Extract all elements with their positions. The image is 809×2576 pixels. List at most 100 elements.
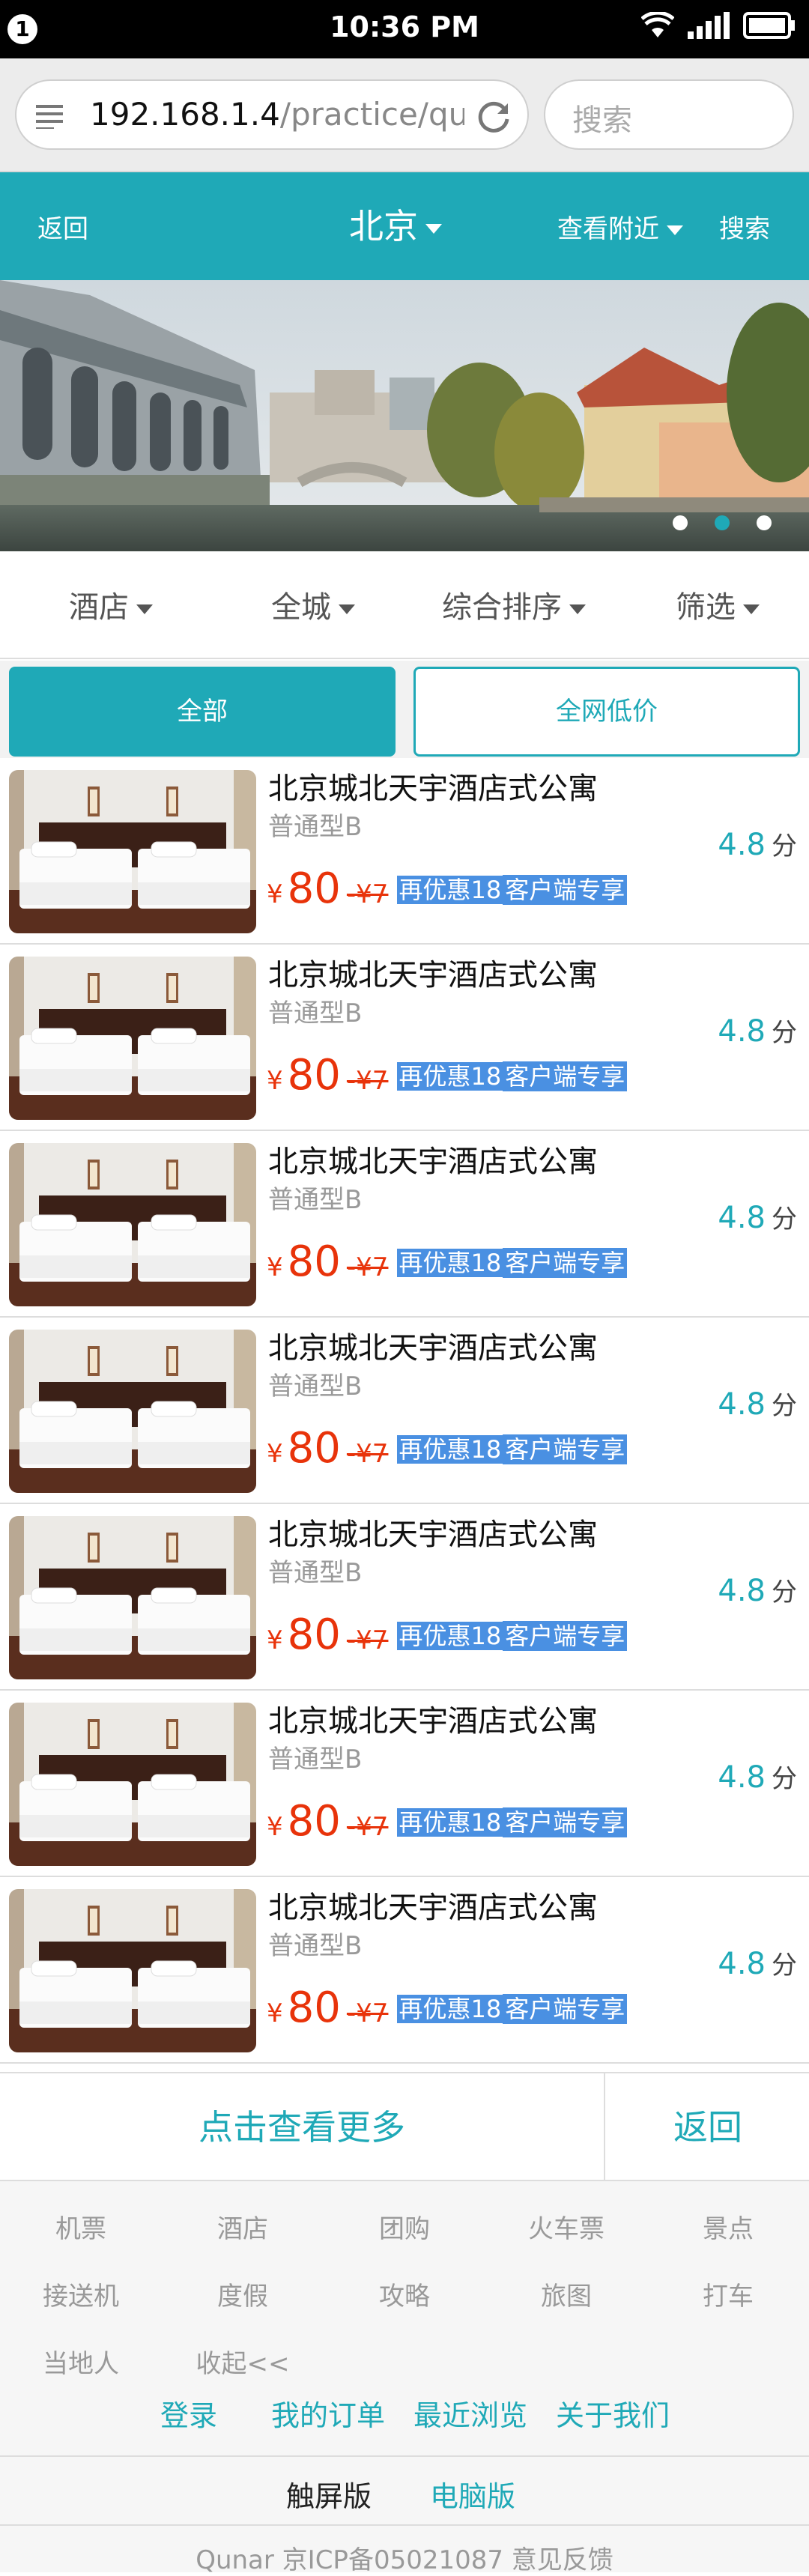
promo-badge: 再优惠18 客户端专享 (397, 1061, 628, 1092)
discount: -¥7 (346, 1625, 389, 1655)
hotel-thumbnail (9, 1143, 256, 1306)
discount: -¥7 (346, 1812, 389, 1842)
hotel-list-item[interactable]: 北京城北天宇酒店式公寓 普通型B ¥80 -¥7 再优惠18 客户端专享 4.8 分 (0, 1877, 809, 2064)
about-us-link[interactable]: 关于我们 (556, 2392, 670, 2434)
city-name: 北京 (349, 206, 418, 246)
tab-lowest-price[interactable]: 全网低价 (413, 667, 800, 757)
url-text[interactable]: 192.168.1.4/practice/qunar (90, 96, 464, 133)
promo-tag: 客户端专享 (503, 1807, 628, 1837)
chevron-down-icon (569, 604, 586, 614)
hotel-thumbnail (9, 1889, 256, 2052)
footer-link[interactable]: 当地人 (0, 2343, 162, 2380)
score-value: 4.8 (718, 1574, 766, 1608)
my-orders-link[interactable]: 我的订单 (271, 2392, 385, 2434)
hotel-score: 4.8 分 (718, 825, 797, 862)
nearby-label: 查看附近 (557, 214, 659, 244)
hotel-thumbnail (9, 957, 256, 1120)
recent-views-link[interactable]: 最近浏览 (413, 2392, 527, 2434)
filter-area[interactable]: 全城 (271, 583, 355, 626)
hotel-price: 80 (287, 1797, 341, 1846)
footer-link[interactable]: 打车 (647, 2276, 809, 2312)
filter-bar: 酒店 全城 综合排序 筛选 (0, 551, 809, 659)
url-host: 192.168.1.4 (90, 96, 280, 133)
currency-symbol: ¥ (267, 1066, 283, 1096)
nearby-dropdown[interactable]: 查看附近 (557, 208, 683, 245)
price-line: ¥80 -¥7 再优惠18 客户端专享 (267, 1051, 628, 1100)
search-button[interactable]: 搜索 (719, 208, 770, 245)
discount: -¥7 (346, 1439, 389, 1469)
score-value: 4.8 (718, 1760, 766, 1795)
hotel-price: 80 (287, 1610, 341, 1659)
filter-more[interactable]: 筛选 (676, 583, 760, 626)
room-type: 普通型B (268, 998, 363, 1028)
hotel-thumbnail (9, 1703, 256, 1866)
footer-link[interactable]: 团购 (324, 2208, 485, 2245)
hotel-score: 4.8 分 (718, 1758, 797, 1795)
hotel-list-item[interactable]: 北京城北天宇酒店式公寓 普通型B ¥80 -¥7 再优惠18 客户端专享 4.8 分 (0, 945, 809, 1131)
back-button[interactable]: 返回 (37, 208, 88, 245)
chevron-down-icon (667, 225, 683, 235)
footer-link[interactable]: 收起<< (162, 2343, 324, 2380)
score-unit: 分 (772, 1951, 797, 1981)
load-more-button[interactable]: 点击查看更多 (0, 2073, 605, 2181)
tab-all[interactable]: 全部 (9, 667, 396, 757)
room-type: 普通型B (268, 1185, 363, 1215)
score-unit: 分 (772, 1018, 797, 1048)
hotel-thumbnail (9, 770, 256, 933)
promo-tag: 客户端专享 (503, 1994, 628, 2024)
promo-tag: 客户端专享 (503, 1248, 628, 1278)
hotel-name: 北京城北天宇酒店式公寓 (268, 1331, 598, 1366)
pc-version-link[interactable]: 电脑版 (430, 2473, 515, 2515)
filter-hotel[interactable]: 酒店 (69, 583, 153, 626)
page-menu-icon[interactable] (36, 103, 66, 129)
hotel-list-item[interactable]: 北京城北天宇酒店式公寓 普通型B ¥80 -¥7 再优惠18 客户端专享 4.8 分 (0, 1691, 809, 1877)
hotel-list-item[interactable]: 北京城北天宇酒店式公寓 普通型B ¥80 -¥7 再优惠18 客户端专享 4.8 分 (0, 1318, 809, 1504)
return-button[interactable]: 返回 (607, 2073, 809, 2181)
promo-text: 再优惠18 (397, 1622, 503, 1650)
url-path: /practice/qunar (279, 96, 464, 133)
promo-badge: 再优惠18 客户端专享 (397, 1620, 628, 1652)
footer-link[interactable]: 攻略 (324, 2276, 485, 2312)
hotel-room-image (9, 1143, 256, 1306)
footer-link[interactable]: 度假 (162, 2276, 324, 2312)
reload-icon[interactable] (473, 96, 514, 136)
hotel-room-image (9, 1516, 256, 1679)
carousel-indicators (673, 515, 772, 530)
filter-label: 综合排序 (442, 590, 562, 625)
footer-link[interactable]: 接送机 (0, 2276, 162, 2312)
banner-carousel[interactable] (0, 280, 809, 551)
hotel-list-item[interactable]: 北京城北天宇酒店式公寓 普通型B ¥80 -¥7 再优惠18 客户端专享 4.8 分 (0, 758, 809, 945)
hotel-score: 4.8 分 (718, 1198, 797, 1235)
city-selector[interactable]: 北京 (349, 199, 442, 249)
hotel-name: 北京城北天宇酒店式公寓 (268, 1891, 598, 1925)
room-type: 普通型B (268, 1745, 363, 1775)
promo-text: 再优惠18 (397, 876, 503, 904)
footer-link[interactable]: 酒店 (162, 2208, 324, 2245)
discount: -¥7 (346, 1252, 389, 1282)
room-type: 普通型B (268, 1372, 363, 1401)
carousel-dot[interactable] (757, 515, 772, 530)
promo-text: 再优惠18 (397, 1808, 503, 1837)
hotel-price: 80 (287, 1051, 341, 1100)
address-bar[interactable]: 192.168.1.4/practice/qunar (15, 79, 529, 150)
filter-sort[interactable]: 综合排序 (442, 583, 586, 626)
tab-bar: 全部 全网低价 (0, 661, 809, 758)
icp-feedback-text[interactable]: Qunar 京ICP备05021087 意见反馈 (0, 2539, 809, 2576)
filter-label: 酒店 (69, 590, 129, 625)
touch-version-link[interactable]: 触屏版 (286, 2473, 372, 2515)
login-link[interactable]: 登录 (160, 2392, 217, 2434)
filter-label: 筛选 (676, 590, 736, 625)
footer-link[interactable]: 旅图 (485, 2276, 647, 2312)
currency-symbol: ¥ (267, 879, 283, 909)
carousel-dot[interactable] (715, 515, 730, 530)
carousel-dot[interactable] (673, 515, 688, 530)
footer-link[interactable]: 景点 (647, 2208, 809, 2245)
footer-link[interactable]: 机票 (0, 2208, 162, 2245)
browser-search-input[interactable]: 搜索 (544, 79, 794, 150)
score-unit: 分 (772, 831, 797, 861)
footer: 机票 酒店 团购 火车票 景点接送机 度假 攻略 旅图 打车当地人 收起<< 登录 我的订单 最近… (0, 2181, 809, 2575)
status-bar: 1 10:36 PM (0, 0, 809, 58)
hotel-list-item[interactable]: 北京城北天宇酒店式公寓 普通型B ¥80 -¥7 再优惠18 客户端专享 4.8 分 (0, 1504, 809, 1691)
hotel-list-item[interactable]: 北京城北天宇酒店式公寓 普通型B ¥80 -¥7 再优惠18 客户端专享 4.8 分 (0, 1131, 809, 1318)
footer-link[interactable]: 火车票 (485, 2208, 647, 2245)
